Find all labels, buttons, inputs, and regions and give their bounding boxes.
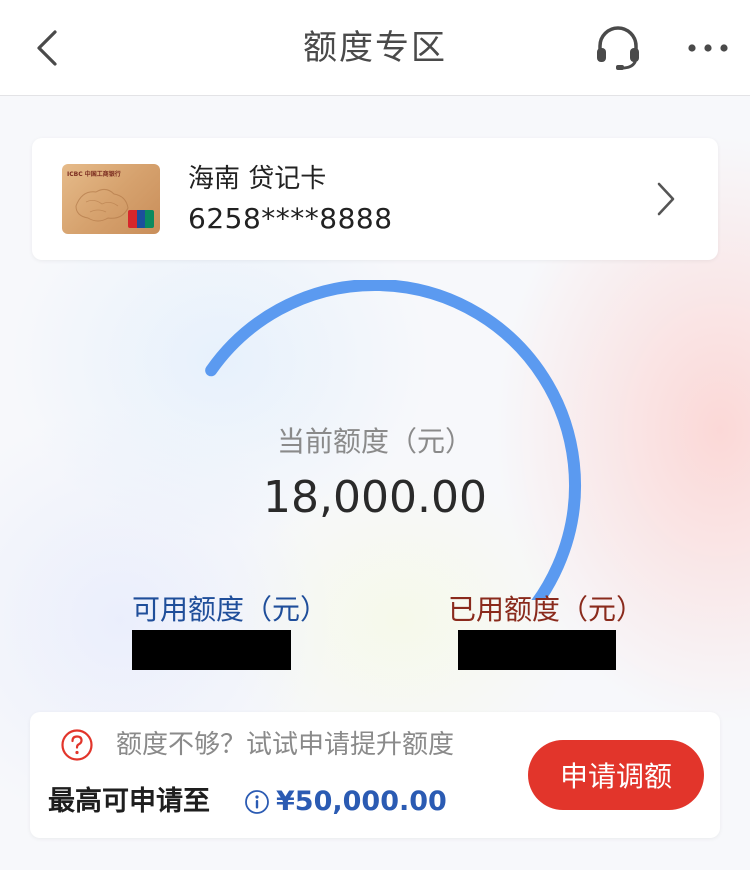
info-icon[interactable] [244, 789, 270, 815]
more-button[interactable] [680, 20, 736, 76]
top-nav-bar: 额度专区 [0, 0, 750, 96]
limit-increase-panel: 额度不够？试试申请提升额度 最高可申请至 ¥50,000.00 申请调额 [30, 712, 720, 838]
card-thumbnail: ICBC 中国工商银行 [62, 164, 160, 234]
used-limit-label: 已用额度（元） [448, 593, 645, 626]
card-selector[interactable]: ICBC 中国工商银行 海南 贷记卡 6258****8888 [32, 138, 718, 260]
card-name: 海南 贷记卡 [188, 164, 327, 194]
card-brand-text: ICBC 中国工商银行 [67, 171, 121, 178]
current-limit-value: 18,000.00 [263, 472, 487, 523]
max-apply-value: ¥50,000.00 [276, 786, 447, 817]
available-limit-value-redacted [132, 630, 291, 670]
headset-icon [597, 26, 639, 70]
question-circle-icon [61, 729, 93, 761]
more-dots-icon [688, 44, 728, 52]
card-number: 6258****8888 [188, 202, 393, 235]
unionpay-logo-icon [128, 210, 154, 228]
used-limit-value-redacted [458, 630, 616, 670]
limit-increase-hint: 额度不够？试试申请提升额度 [116, 730, 455, 760]
available-limit-label: 可用额度（元） [132, 593, 329, 626]
apply-limit-adjustment-button[interactable]: 申请调额 [528, 740, 704, 810]
card-map-artwork [75, 188, 129, 222]
chevron-right-icon [657, 182, 675, 216]
max-apply-label: 最高可申请至 [48, 786, 210, 817]
customer-service-button[interactable] [590, 20, 646, 76]
current-limit-label: 当前额度（元） [276, 425, 473, 458]
